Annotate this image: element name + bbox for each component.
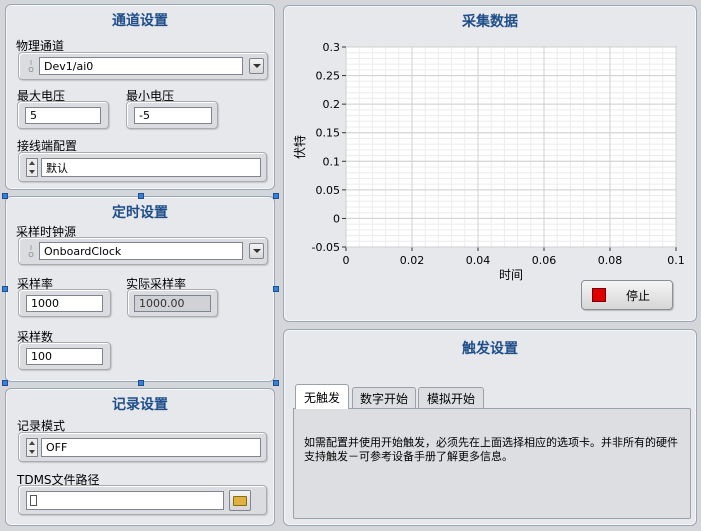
io-icon: IO — [28, 59, 34, 74]
acquire-data-panel: 采集数据 0 0.02 0.04 0.06 0.08 0.1 -0.05 0 0.05 0.1 0.… — [283, 5, 697, 322]
sample-rate-control: 1000 — [18, 289, 111, 317]
trigger-settings-panel: 触发设置 无触发 数字开始 模拟开始 如需配置并使用开始触发，必须先在上面选择相… — [283, 329, 697, 526]
y-tick-label: 0.2 — [323, 98, 341, 111]
io-icon: IO — [28, 244, 34, 259]
channel-settings-panel: 通道设置 物理通道 IO Dev1/ai0 最大电压 5 最小电压 -5 接线端… — [5, 4, 275, 190]
timing-settings-title: 定时设置 — [112, 205, 168, 221]
trigger-settings-title: 触发设置 — [462, 341, 518, 357]
physical-channel-field[interactable]: Dev1/ai0 — [39, 57, 243, 75]
terminal-config-field[interactable]: 默认 — [41, 158, 261, 177]
clock-source-control: IO OnboardClock — [18, 237, 268, 265]
selection-handle[interactable] — [138, 193, 144, 199]
selection-handle[interactable] — [138, 380, 144, 386]
selection-handle[interactable] — [2, 193, 8, 199]
max-voltage-control: 5 — [17, 101, 109, 129]
min-voltage-input[interactable]: -5 — [134, 107, 212, 124]
trigger-tab-content: 如需配置并使用开始触发，必须先在上面选择相应的选项卡。并非所有的硬件支持触发－可… — [293, 408, 691, 519]
selection-handle[interactable] — [273, 286, 279, 292]
channel-settings-title: 通道设置 — [112, 13, 168, 29]
y-tick-label: 0.3 — [323, 41, 341, 54]
trigger-message: 如需配置并使用开始触发，必须先在上面选择相应的选项卡。并非所有的硬件支持触发－可… — [304, 436, 678, 463]
y-axis-label: 伏特 — [292, 135, 307, 159]
y-tick-label: 0.05 — [316, 184, 341, 197]
max-voltage-input[interactable]: 5 — [25, 107, 101, 124]
clock-source-dropdown-button[interactable] — [249, 243, 264, 259]
terminal-config-value: 默认 — [46, 161, 68, 175]
x-tick-label: 0 — [343, 254, 350, 267]
tab-no-trigger[interactable]: 无触发 — [295, 384, 349, 409]
y-tick-label: 0 — [333, 212, 340, 225]
folder-icon — [233, 496, 247, 506]
timing-settings-panel: 定时设置 采样时钟源 IO OnboardClock 采样率 1000 实际采样… — [5, 196, 275, 382]
logging-mode-control: OFF — [18, 432, 267, 462]
logging-mode-spinner[interactable] — [26, 438, 38, 457]
y-tick-label: -0.05 — [312, 241, 340, 254]
selection-handle[interactable] — [273, 380, 279, 386]
path-icon — [30, 495, 37, 506]
plot-area — [345, 46, 677, 248]
selection-handle[interactable] — [273, 193, 279, 199]
terminal-config-spinner[interactable] — [26, 158, 38, 177]
x-tick-label: 0.1 — [667, 254, 685, 267]
x-tick-label: 0.06 — [532, 254, 557, 267]
tdms-path-input[interactable] — [26, 491, 224, 510]
stop-icon — [592, 288, 606, 302]
x-tick-label: 0.04 — [466, 254, 491, 267]
tab-analog-start[interactable]: 模拟开始 — [418, 387, 484, 409]
samples-control: 100 — [18, 342, 111, 370]
samples-input[interactable]: 100 — [26, 348, 103, 365]
x-tick-label: 0.08 — [598, 254, 623, 267]
terminal-config-control: 默认 — [18, 152, 267, 182]
y-tick-label: 0.15 — [316, 127, 341, 140]
selection-handle[interactable] — [2, 380, 8, 386]
physical-channel-control: IO Dev1/ai0 — [18, 52, 268, 80]
logging-settings-title: 记录设置 — [112, 397, 168, 413]
logging-mode-field[interactable]: OFF — [41, 438, 261, 457]
actual-rate-control: 1000.00 — [127, 289, 218, 317]
actual-rate-display: 1000.00 — [134, 295, 211, 312]
tab-digital-start[interactable]: 数字开始 — [352, 387, 416, 409]
y-tick-label: 0.1 — [323, 155, 341, 168]
clock-source-field[interactable]: OnboardClock — [39, 242, 243, 260]
logging-settings-panel: 记录设置 记录模式 OFF TDMS文件路径 — [5, 388, 275, 526]
physical-channel-dropdown-button[interactable] — [249, 58, 264, 74]
x-tick-label: 0.02 — [400, 254, 425, 267]
x-axis-label: 时间 — [499, 268, 523, 282]
min-voltage-control: -5 — [126, 101, 218, 129]
waveform-chart: 0 0.02 0.04 0.06 0.08 0.1-0.0500.050.10.150.2… — [292, 41, 685, 282]
tdms-path-control — [18, 485, 267, 515]
browse-button[interactable] — [229, 490, 251, 511]
stop-button[interactable]: 停止 — [581, 280, 673, 310]
selection-handle[interactable] — [2, 286, 8, 292]
stop-button-label: 停止 — [626, 288, 651, 303]
y-tick-label: 0.25 — [316, 70, 341, 83]
sample-rate-input[interactable]: 1000 — [26, 295, 103, 312]
